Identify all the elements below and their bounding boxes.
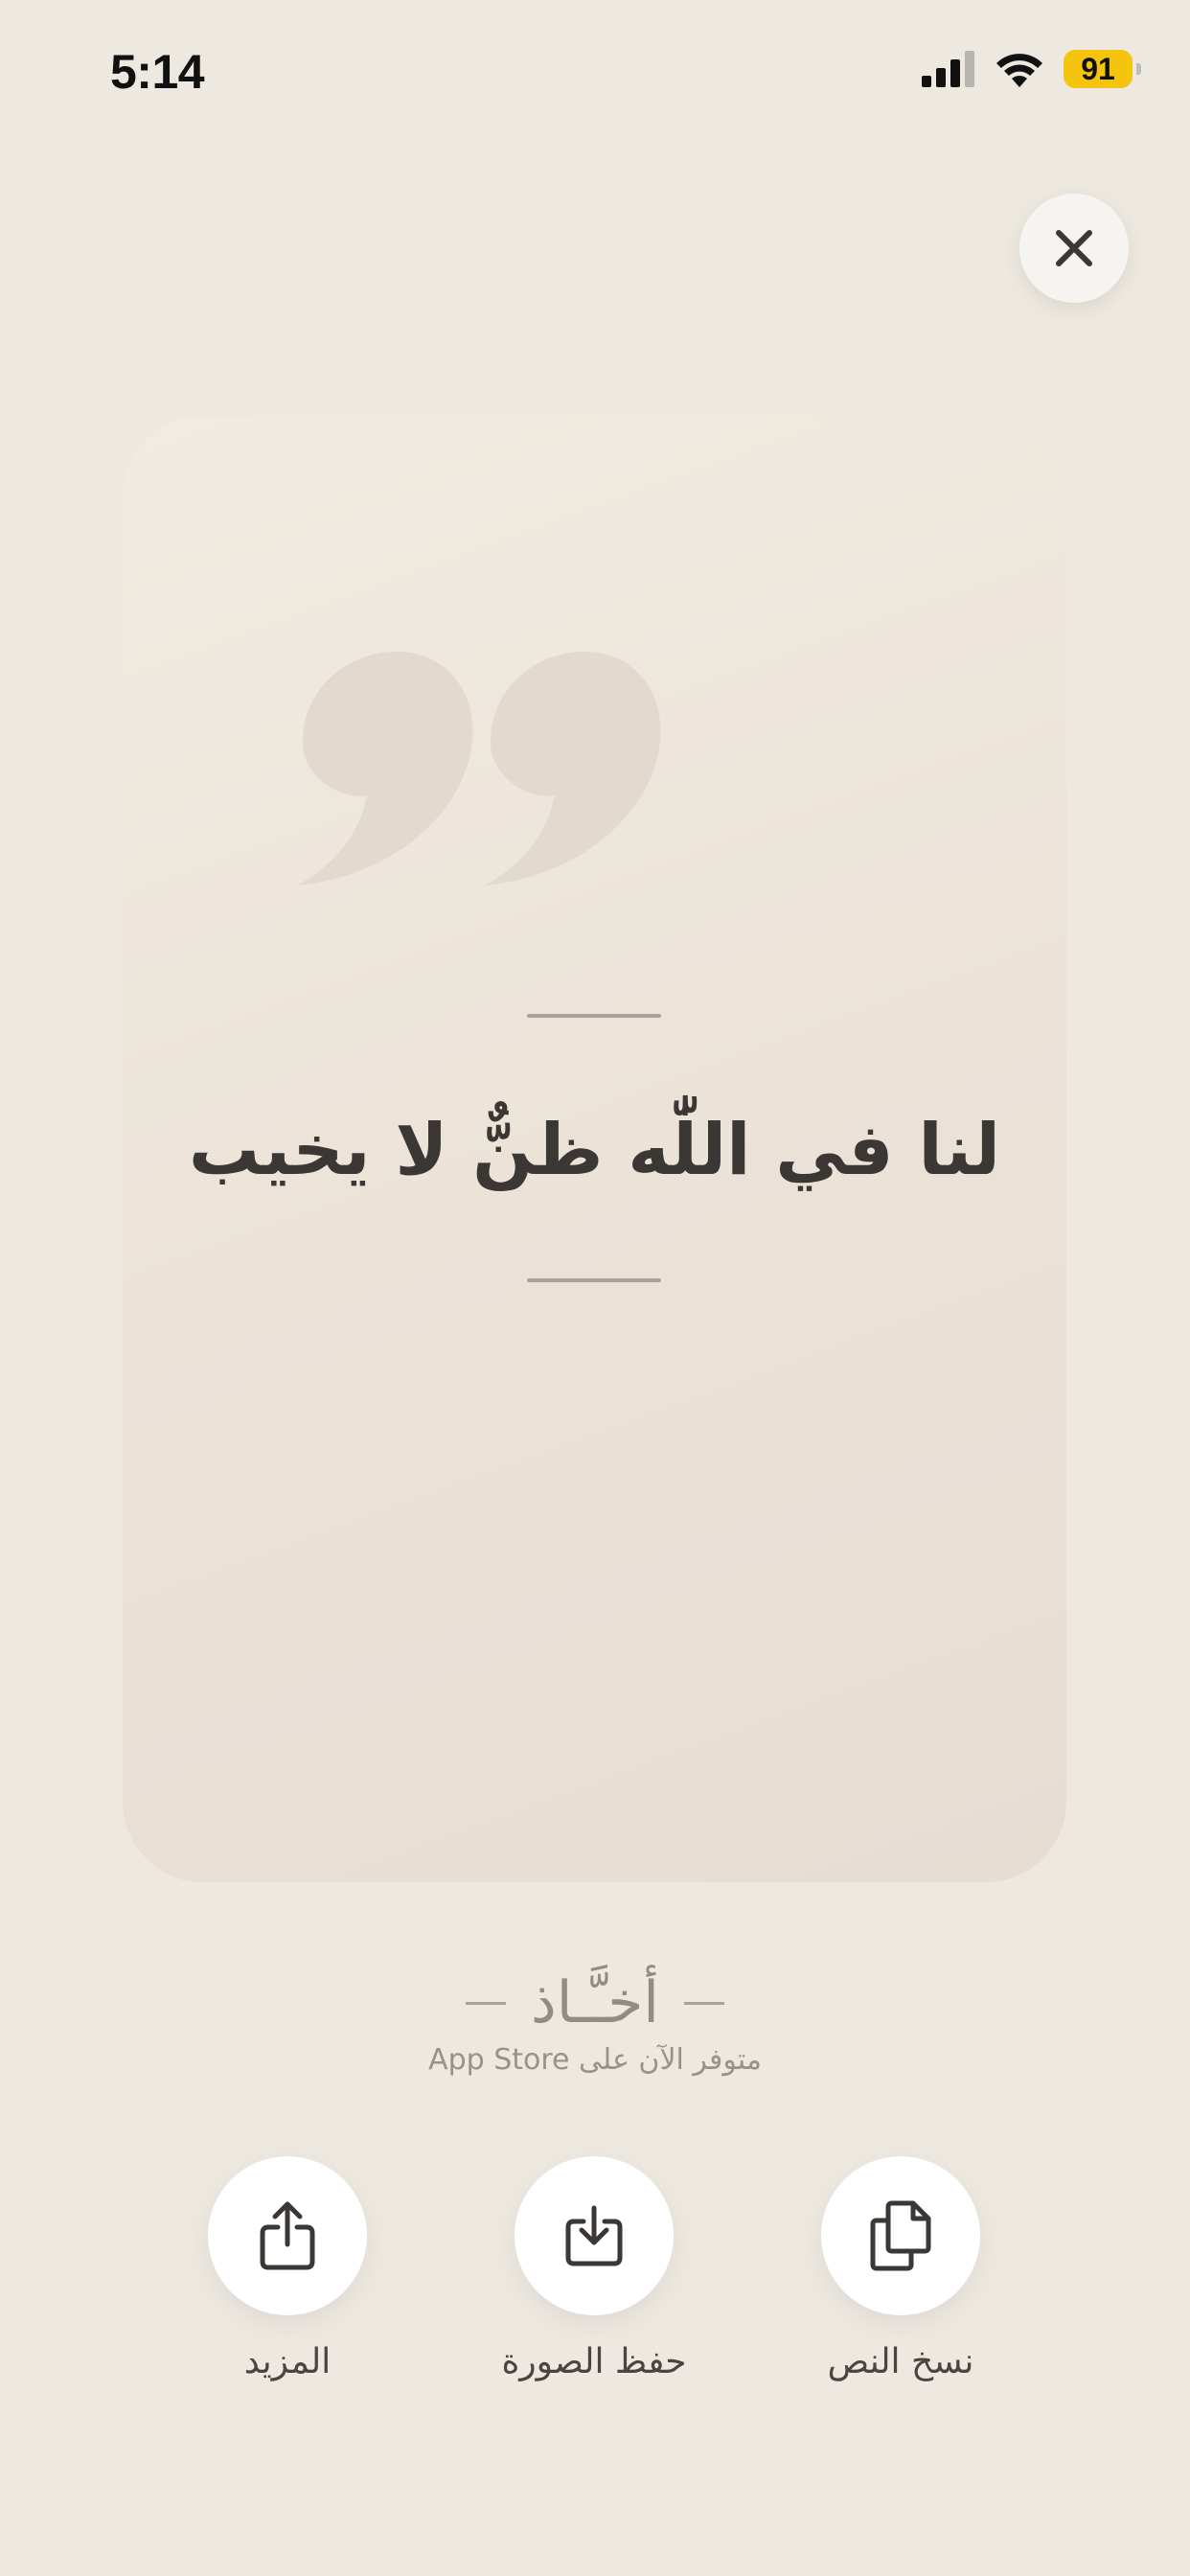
download-icon xyxy=(565,2205,623,2266)
brand-line-left xyxy=(466,2001,507,2005)
battery-cap xyxy=(1136,63,1141,75)
quote-divider-bottom xyxy=(527,1278,661,1282)
save-image-action[interactable]: حفظ الصورة xyxy=(450,2156,738,2381)
status-icons: 91 xyxy=(922,50,1141,88)
copy-text-action[interactable]: نسخ النص xyxy=(757,2156,1044,2381)
wifi-icon xyxy=(996,54,1042,87)
close-button[interactable] xyxy=(1019,194,1129,303)
quote-mark-icon xyxy=(297,652,661,886)
more-label: المزيد xyxy=(243,2342,332,2381)
quote-divider-top xyxy=(527,1014,661,1018)
copy-text-button[interactable] xyxy=(821,2156,980,2315)
status-time: 5:14 xyxy=(110,45,205,99)
brand-row: أخـَّـاذ xyxy=(0,1965,1190,2041)
copy-icon xyxy=(870,2200,931,2271)
copy-text-label: نسخ النص xyxy=(827,2342,974,2381)
battery-indicator: 91 xyxy=(1064,50,1141,88)
share-icon xyxy=(260,2201,315,2270)
signal-icon xyxy=(922,51,974,87)
battery-level: 91 xyxy=(1081,51,1115,86)
save-image-label: حفظ الصورة xyxy=(501,2342,687,2381)
brand-availability: متوفر الآن على App Store xyxy=(428,2043,762,2077)
brand-line-right xyxy=(683,2001,724,2005)
brand-name: أخـَّـاذ xyxy=(531,1969,659,2036)
more-button[interactable] xyxy=(208,2156,367,2315)
close-icon xyxy=(1056,230,1092,266)
save-image-button[interactable] xyxy=(515,2156,674,2315)
quote-text: لنا في اللّٰه ظنٌّ لا يخيب xyxy=(188,1109,1001,1191)
more-action[interactable]: المزيد xyxy=(144,2156,431,2381)
